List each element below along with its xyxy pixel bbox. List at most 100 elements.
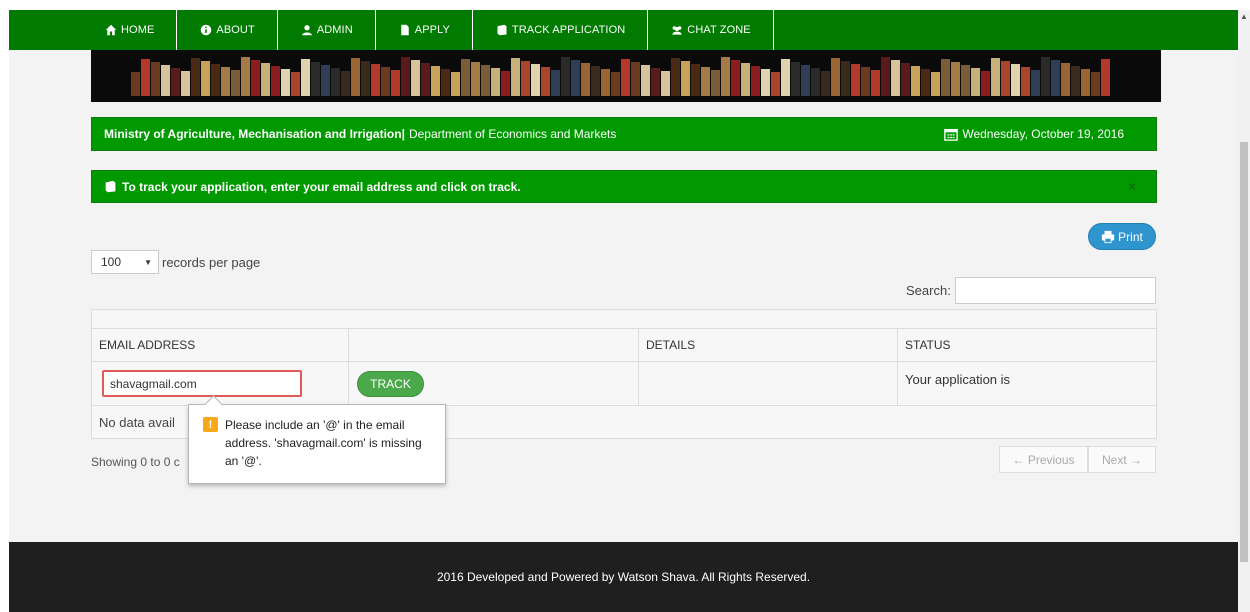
close-icon[interactable]: × — [1128, 179, 1136, 194]
book-spine — [691, 64, 700, 96]
header-banner-image — [91, 50, 1161, 102]
book-spine — [391, 70, 400, 96]
email-field[interactable]: shavagmail.com — [102, 370, 302, 397]
book-spine — [291, 72, 300, 96]
book-spine — [551, 70, 560, 96]
nav-home[interactable]: HOME — [92, 10, 178, 50]
book-spine — [921, 69, 930, 96]
scrollbar-thumb[interactable] — [1240, 142, 1248, 562]
records-per-page-select[interactable]: 100 ▼ — [91, 250, 159, 274]
book-spine — [1081, 69, 1090, 96]
book-spine — [581, 63, 590, 96]
book-spine — [571, 60, 580, 96]
status-text: Your application is — [905, 372, 1011, 387]
book-spine — [731, 60, 740, 96]
book-spine — [561, 57, 570, 96]
book-spine — [461, 59, 470, 96]
book-spine — [631, 62, 640, 96]
nav-admin-label: ADMIN — [316, 24, 353, 36]
book-spine — [751, 66, 760, 96]
book-spine — [1051, 60, 1060, 96]
alert-text: To track your application, enter your em… — [122, 179, 521, 194]
nav-track-application[interactable]: TRACK APPLICATION — [473, 10, 649, 50]
book-spine — [641, 65, 650, 96]
date-text: Wednesday, October 19, 2016 — [962, 127, 1124, 141]
book-spine — [371, 64, 380, 96]
book-spine — [621, 59, 630, 96]
book-spine — [221, 67, 230, 96]
print-label: Print — [1118, 229, 1143, 244]
header-details[interactable]: DETAILS — [646, 338, 695, 352]
home-icon — [105, 24, 117, 36]
validation-message: Please include an '@' in the email addre… — [225, 418, 422, 468]
book-spine — [501, 71, 510, 96]
book-spine — [301, 59, 310, 96]
book-spine — [851, 64, 860, 96]
book-spine — [271, 66, 280, 96]
nav-apply[interactable]: APPLY — [376, 10, 473, 50]
book-spine — [401, 57, 410, 96]
alert-message: To track your application, enter your em… — [104, 180, 521, 194]
nav-about-label: ABOUT — [216, 24, 255, 36]
book-spine — [381, 67, 390, 96]
nav-apply-label: APPLY — [414, 24, 450, 36]
book-spine — [1031, 70, 1040, 96]
book-spine — [981, 71, 990, 96]
book-spine — [661, 71, 670, 96]
book-spine — [881, 57, 890, 96]
book-spine — [901, 63, 910, 96]
book-spine — [171, 68, 180, 96]
book-spine — [781, 59, 790, 96]
department-name: Department of Economics and Markets — [408, 127, 617, 141]
next-page-button[interactable]: Next → — [1088, 446, 1156, 473]
column-divider — [348, 328, 349, 405]
info-icon — [200, 24, 212, 36]
book-spine — [791, 62, 800, 96]
header-email-address[interactable]: EMAIL ADDRESS — [99, 338, 195, 352]
page-footer: 2016 Developed and Powered by Watson Sha… — [9, 542, 1238, 612]
file-icon — [399, 24, 411, 36]
book-spine — [721, 57, 730, 96]
previous-page-button[interactable]: ← Previous — [999, 446, 1088, 473]
book-icon — [105, 180, 116, 193]
nav-chat-zone[interactable]: CHAT ZONE — [648, 10, 774, 50]
book-spine — [741, 63, 750, 96]
header-status[interactable]: STATUS — [905, 338, 951, 352]
book-spine — [431, 66, 440, 96]
book-spine — [201, 61, 210, 96]
instruction-alert: To track your application, enter your em… — [91, 170, 1157, 203]
book-spine — [131, 72, 140, 96]
book-spine — [141, 59, 150, 96]
nav-about[interactable]: ABOUT — [177, 10, 278, 50]
warning-icon: ! — [203, 417, 218, 432]
print-icon — [1102, 230, 1115, 243]
print-button[interactable]: Print — [1088, 223, 1156, 250]
book-spine — [321, 65, 330, 96]
nav-admin[interactable]: ADMIN — [278, 10, 376, 50]
book-spine — [411, 60, 420, 96]
book-spine — [1071, 66, 1080, 96]
book-spine — [1101, 59, 1110, 96]
book-spine — [951, 62, 960, 96]
dropdown-arrow-icon: ▼ — [144, 258, 152, 267]
scroll-up-icon[interactable]: ▲ — [1239, 12, 1249, 22]
book-spine — [671, 58, 680, 96]
track-button[interactable]: TRACK — [357, 371, 424, 397]
book-spine — [161, 65, 170, 96]
book-spine — [771, 72, 780, 96]
book-spine — [241, 57, 250, 96]
ministry-name: Ministry of Agriculture, Mechanisation a… — [104, 127, 405, 141]
book-spine — [531, 64, 540, 96]
vertical-scrollbar[interactable]: ▲ — [1238, 10, 1250, 612]
book-spine — [891, 60, 900, 96]
nav-chat-zone-label: CHAT ZONE — [687, 24, 751, 36]
book-spine — [861, 67, 870, 96]
book-spine — [491, 68, 500, 96]
book-spine — [351, 58, 360, 96]
book-spine — [651, 68, 660, 96]
column-divider — [638, 328, 639, 405]
top-navbar: HOME ABOUT ADMIN APPLY TRACK APPLICATION… — [9, 10, 1238, 50]
search-input[interactable] — [955, 277, 1156, 304]
book-spine — [451, 72, 460, 96]
user-icon — [301, 24, 313, 36]
